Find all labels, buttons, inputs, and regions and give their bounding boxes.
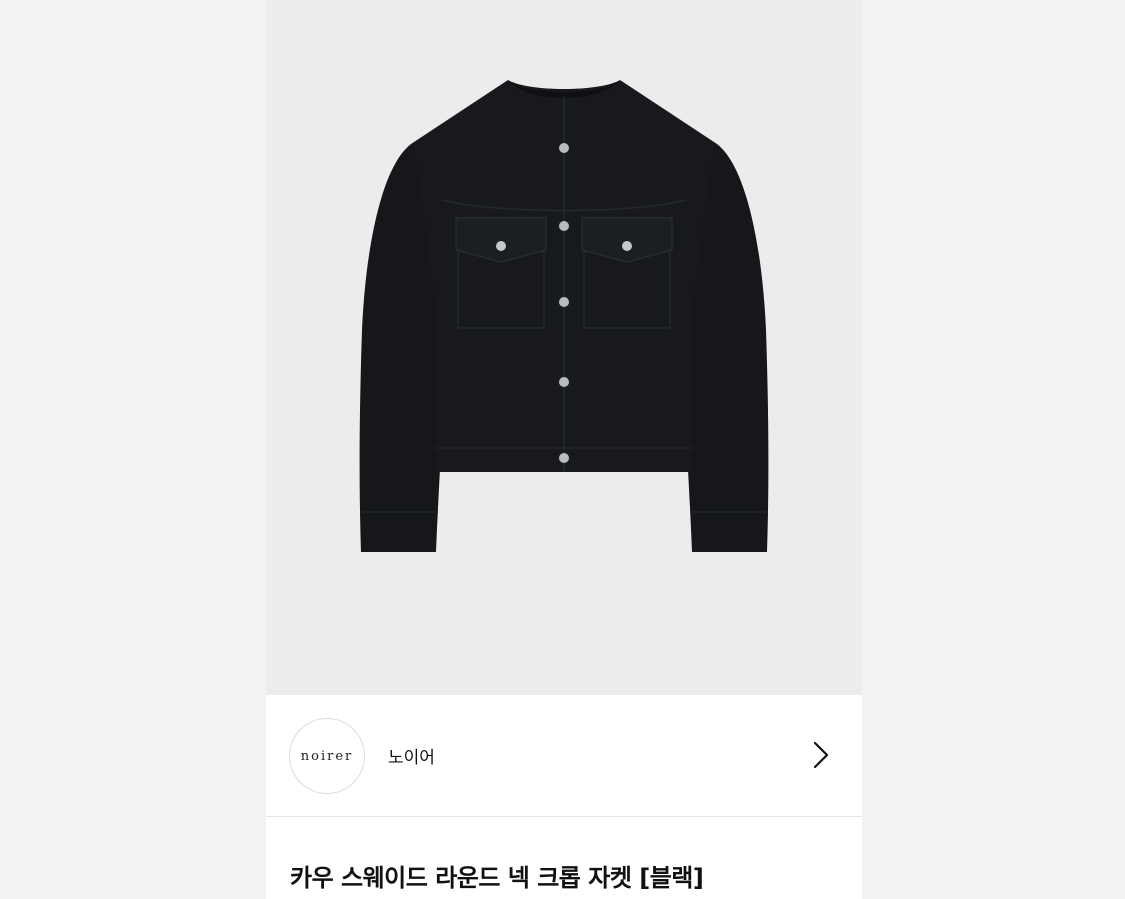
product-title: 카우 스웨이드 라운드 넥 크롭 자켓 [블랙]: [290, 864, 704, 892]
brand-name[interactable]: 노이어: [388, 743, 435, 768]
product-page: noirer 노이어 카우 스웨이드 라운드 넥 크롭 자켓 [블랙]: [266, 0, 862, 899]
jacket-illustration: [359, 80, 769, 552]
brand-logo-text: noirer: [300, 748, 354, 764]
chevron-right-icon[interactable]: [804, 738, 838, 772]
brand-logo[interactable]: noirer: [289, 718, 365, 794]
brand-row[interactable]: noirer 노이어: [266, 695, 862, 817]
product-image[interactable]: [266, 0, 862, 695]
